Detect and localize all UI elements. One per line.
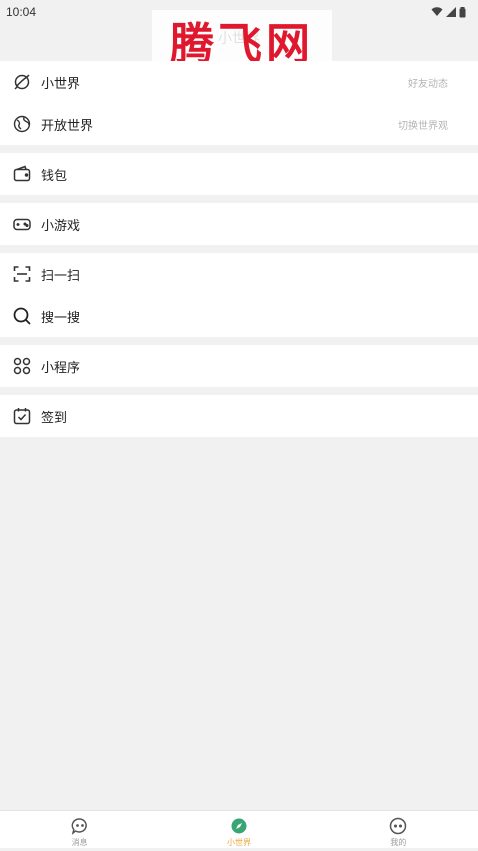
menu-item-label: 开放世界 [41,117,94,133]
menu-item-label: 扫一扫 [41,267,81,283]
tab-label: 小世界 [226,838,251,847]
scan-icon [12,264,32,284]
compass-icon [231,818,247,834]
bottom-tab-bar: 消息 小世界 我的 [0,810,478,851]
wallet-icon [12,164,32,184]
menu-item-open-world[interactable]: 开放世界 切换世界观 [0,103,478,145]
profile-icon [390,817,407,835]
group-world: 小世界 好友动态 开放世界 切换世界观 [0,61,478,145]
group-mini-program: 小程序 [0,345,478,387]
menu-item-mini-program[interactable]: 小程序 [0,345,478,387]
menu-item-label: 搜一搜 [41,309,81,325]
menu-item-label: 签到 [41,409,68,425]
search-icon [12,306,32,326]
tab-small-world[interactable]: 小世界 [159,811,318,851]
planet-icon [12,72,32,92]
menu-item-mini-games[interactable]: 小游戏 [0,203,478,245]
menu-item-hint: 切换世界观 [398,120,448,132]
battery-icon [459,6,466,17]
menu-item-small-world[interactable]: 小世界 好友动态 [0,61,478,103]
signal-icon [446,7,456,17]
menu-item-hint: 好友动态 [408,78,448,90]
chat-icon [71,818,87,835]
menu-item-label: 钱包 [41,167,68,183]
tab-label: 我的 [390,838,407,847]
menu-groups: 小世界 好友动态 开放世界 切换世界观 钱包 小游戏 扫一扫 搜一搜 小程序 签… [0,61,478,445]
group-tools: 扫一扫 搜一搜 [0,253,478,337]
mini-program-icon [12,356,32,376]
gamepad-icon [12,214,32,234]
group-wallet: 钱包 [0,153,478,195]
wifi-icon [431,7,443,16]
calendar-check-icon [12,406,32,426]
menu-item-label: 小游戏 [41,217,81,233]
menu-item-scan[interactable]: 扫一扫 [0,253,478,295]
tab-messages[interactable]: 消息 [0,811,159,851]
status-icons [431,6,466,18]
menu-item-wallet[interactable]: 钱包 [0,153,478,195]
tab-label: 消息 [71,838,88,847]
tab-profile[interactable]: 我的 [319,811,478,851]
menu-item-search[interactable]: 搜一搜 [0,295,478,337]
status-time: 10:04 [6,5,37,19]
group-checkin: 签到 [0,395,478,437]
menu-item-check-in[interactable]: 签到 [0,395,478,437]
group-games: 小游戏 [0,203,478,245]
menu-item-label: 小程序 [41,359,81,375]
menu-item-label: 小世界 [41,75,81,91]
globe-icon [12,114,32,134]
